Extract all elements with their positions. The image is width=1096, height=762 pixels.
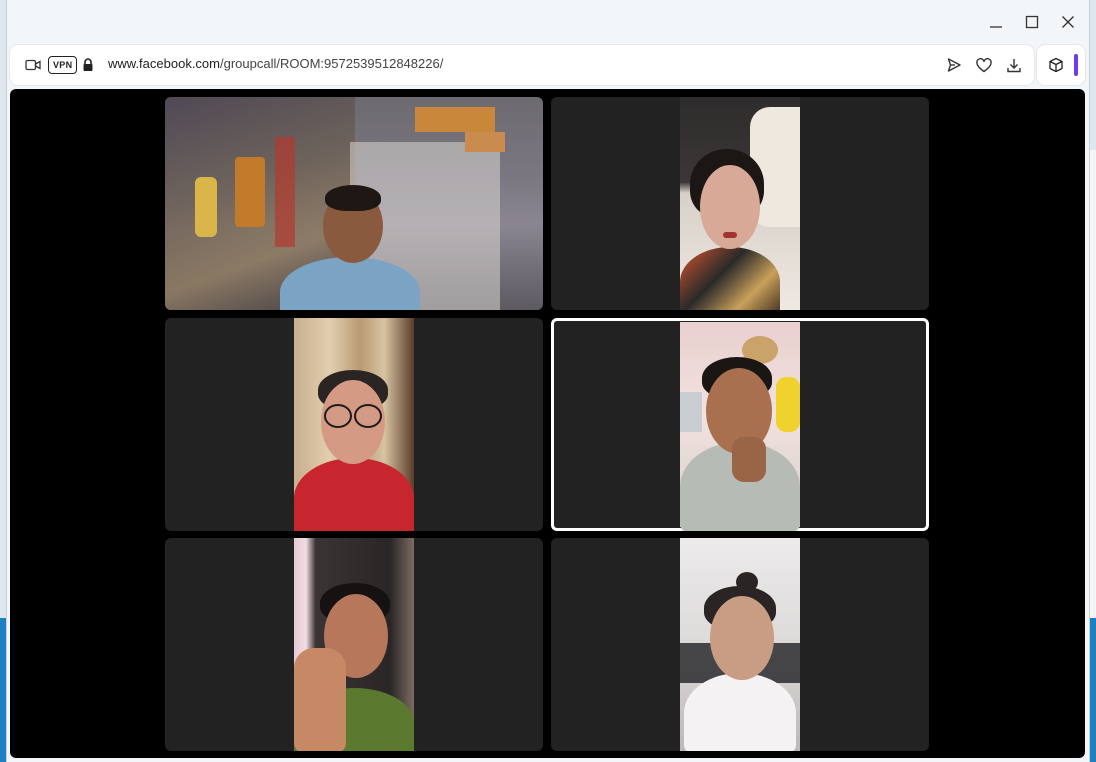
url-path: /groupcall/ROOM:9572539512848226/ (220, 56, 444, 71)
participant-tile-5[interactable] (165, 538, 543, 751)
minimize-button[interactable] (981, 8, 1011, 36)
address-bar: VPN www.facebook.com/groupcall/ROOM:9572… (10, 45, 1034, 85)
group-call-view (10, 89, 1085, 758)
maximize-button[interactable] (1017, 8, 1047, 36)
maximize-icon (1025, 15, 1039, 29)
participant-video-4 (680, 322, 800, 531)
participant-video-6 (680, 538, 800, 751)
vpn-badge[interactable]: VPN (48, 56, 78, 74)
lock-icon[interactable] (80, 55, 96, 75)
title-bar (7, 0, 1089, 44)
url-text[interactable]: www.facebook.com/groupcall/ROOM:95725395… (108, 56, 443, 71)
participant-tile-2[interactable] (551, 97, 929, 310)
send-icon[interactable] (944, 55, 964, 75)
close-icon (1062, 16, 1074, 28)
participant-tile-6[interactable] (551, 538, 929, 751)
download-icon[interactable] (1004, 55, 1024, 75)
url-host: www.facebook.com (108, 56, 220, 71)
participant-tile-3[interactable] (165, 318, 543, 531)
camera-icon[interactable] (23, 55, 43, 75)
participant-video-5 (294, 538, 414, 751)
participant-video-1 (165, 97, 543, 310)
sidebar-accent-bar[interactable] (1074, 54, 1078, 76)
participant-tile-1[interactable] (165, 97, 543, 310)
close-button[interactable] (1053, 8, 1083, 36)
participant-video-2 (680, 97, 800, 310)
popup-window: VPN www.facebook.com/groupcall/ROOM:9572… (6, 0, 1090, 762)
participant-tile-4[interactable] (551, 318, 929, 531)
heart-icon[interactable] (974, 55, 994, 75)
minimize-icon (990, 26, 1002, 28)
extensions-area (1037, 45, 1085, 85)
cube-icon[interactable] (1046, 55, 1066, 75)
participant-video-3 (294, 318, 414, 531)
